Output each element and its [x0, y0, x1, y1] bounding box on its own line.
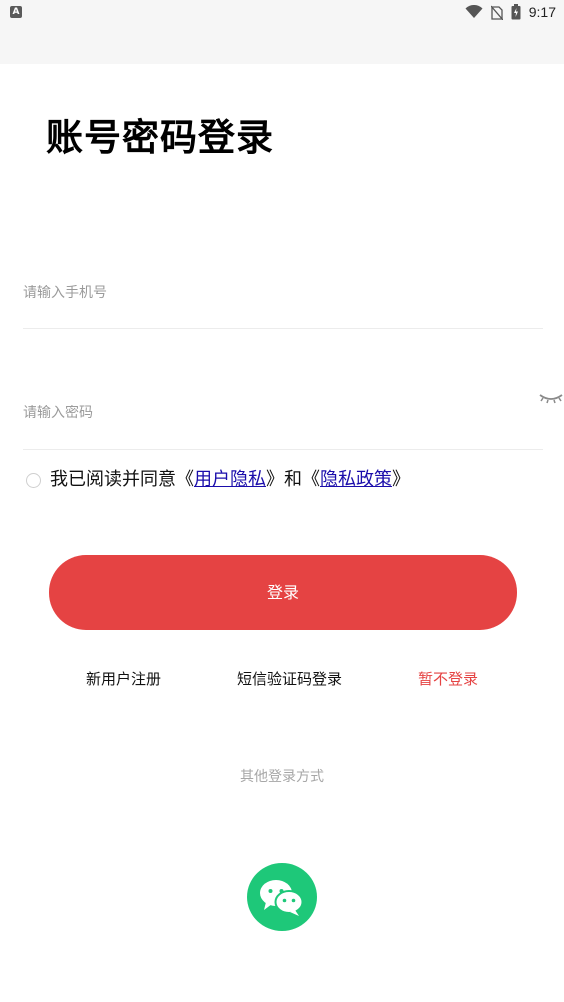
terms-link[interactable]: 用户隐私 [194, 466, 266, 494]
wifi-icon [465, 5, 483, 18]
no-sim-icon [490, 5, 503, 20]
agreement: 我已阅读并同意《 用户隐私 》和《 隐私政策 》 [26, 466, 410, 494]
privacy-policy-link[interactable]: 隐私政策 [320, 466, 392, 494]
phone-field-container [23, 282, 543, 329]
status-time: 9:17 [528, 4, 556, 20]
agree-checkbox[interactable] [26, 472, 41, 488]
skip-login-link[interactable]: 暂不登录 [418, 668, 478, 690]
sms-login-link[interactable]: 短信验证码登录 [237, 668, 342, 690]
register-link[interactable]: 新用户注册 [86, 668, 161, 690]
login-button[interactable]: 登录 [49, 555, 517, 630]
other-login-label: 其他登录方式 [240, 769, 324, 785]
agreement-middle: 》和《 [266, 469, 320, 490]
password-field-container [23, 402, 543, 450]
page-title: 账号密码登录 [46, 116, 274, 159]
agreement-suffix: 》 [392, 469, 410, 490]
keyboard-indicator-icon: A [10, 6, 22, 18]
phone-input[interactable] [23, 285, 543, 301]
battery-icon [511, 4, 521, 20]
wechat-icon [260, 880, 304, 916]
agreement-prefix: 我已阅读并同意《 [50, 469, 194, 490]
wechat-login-button[interactable] [247, 863, 317, 931]
status-bar: A 9:17 [0, 0, 564, 64]
status-icons: 9:17 [465, 2, 556, 22]
password-input[interactable] [23, 405, 543, 421]
eye-closed-icon[interactable] [538, 390, 564, 406]
